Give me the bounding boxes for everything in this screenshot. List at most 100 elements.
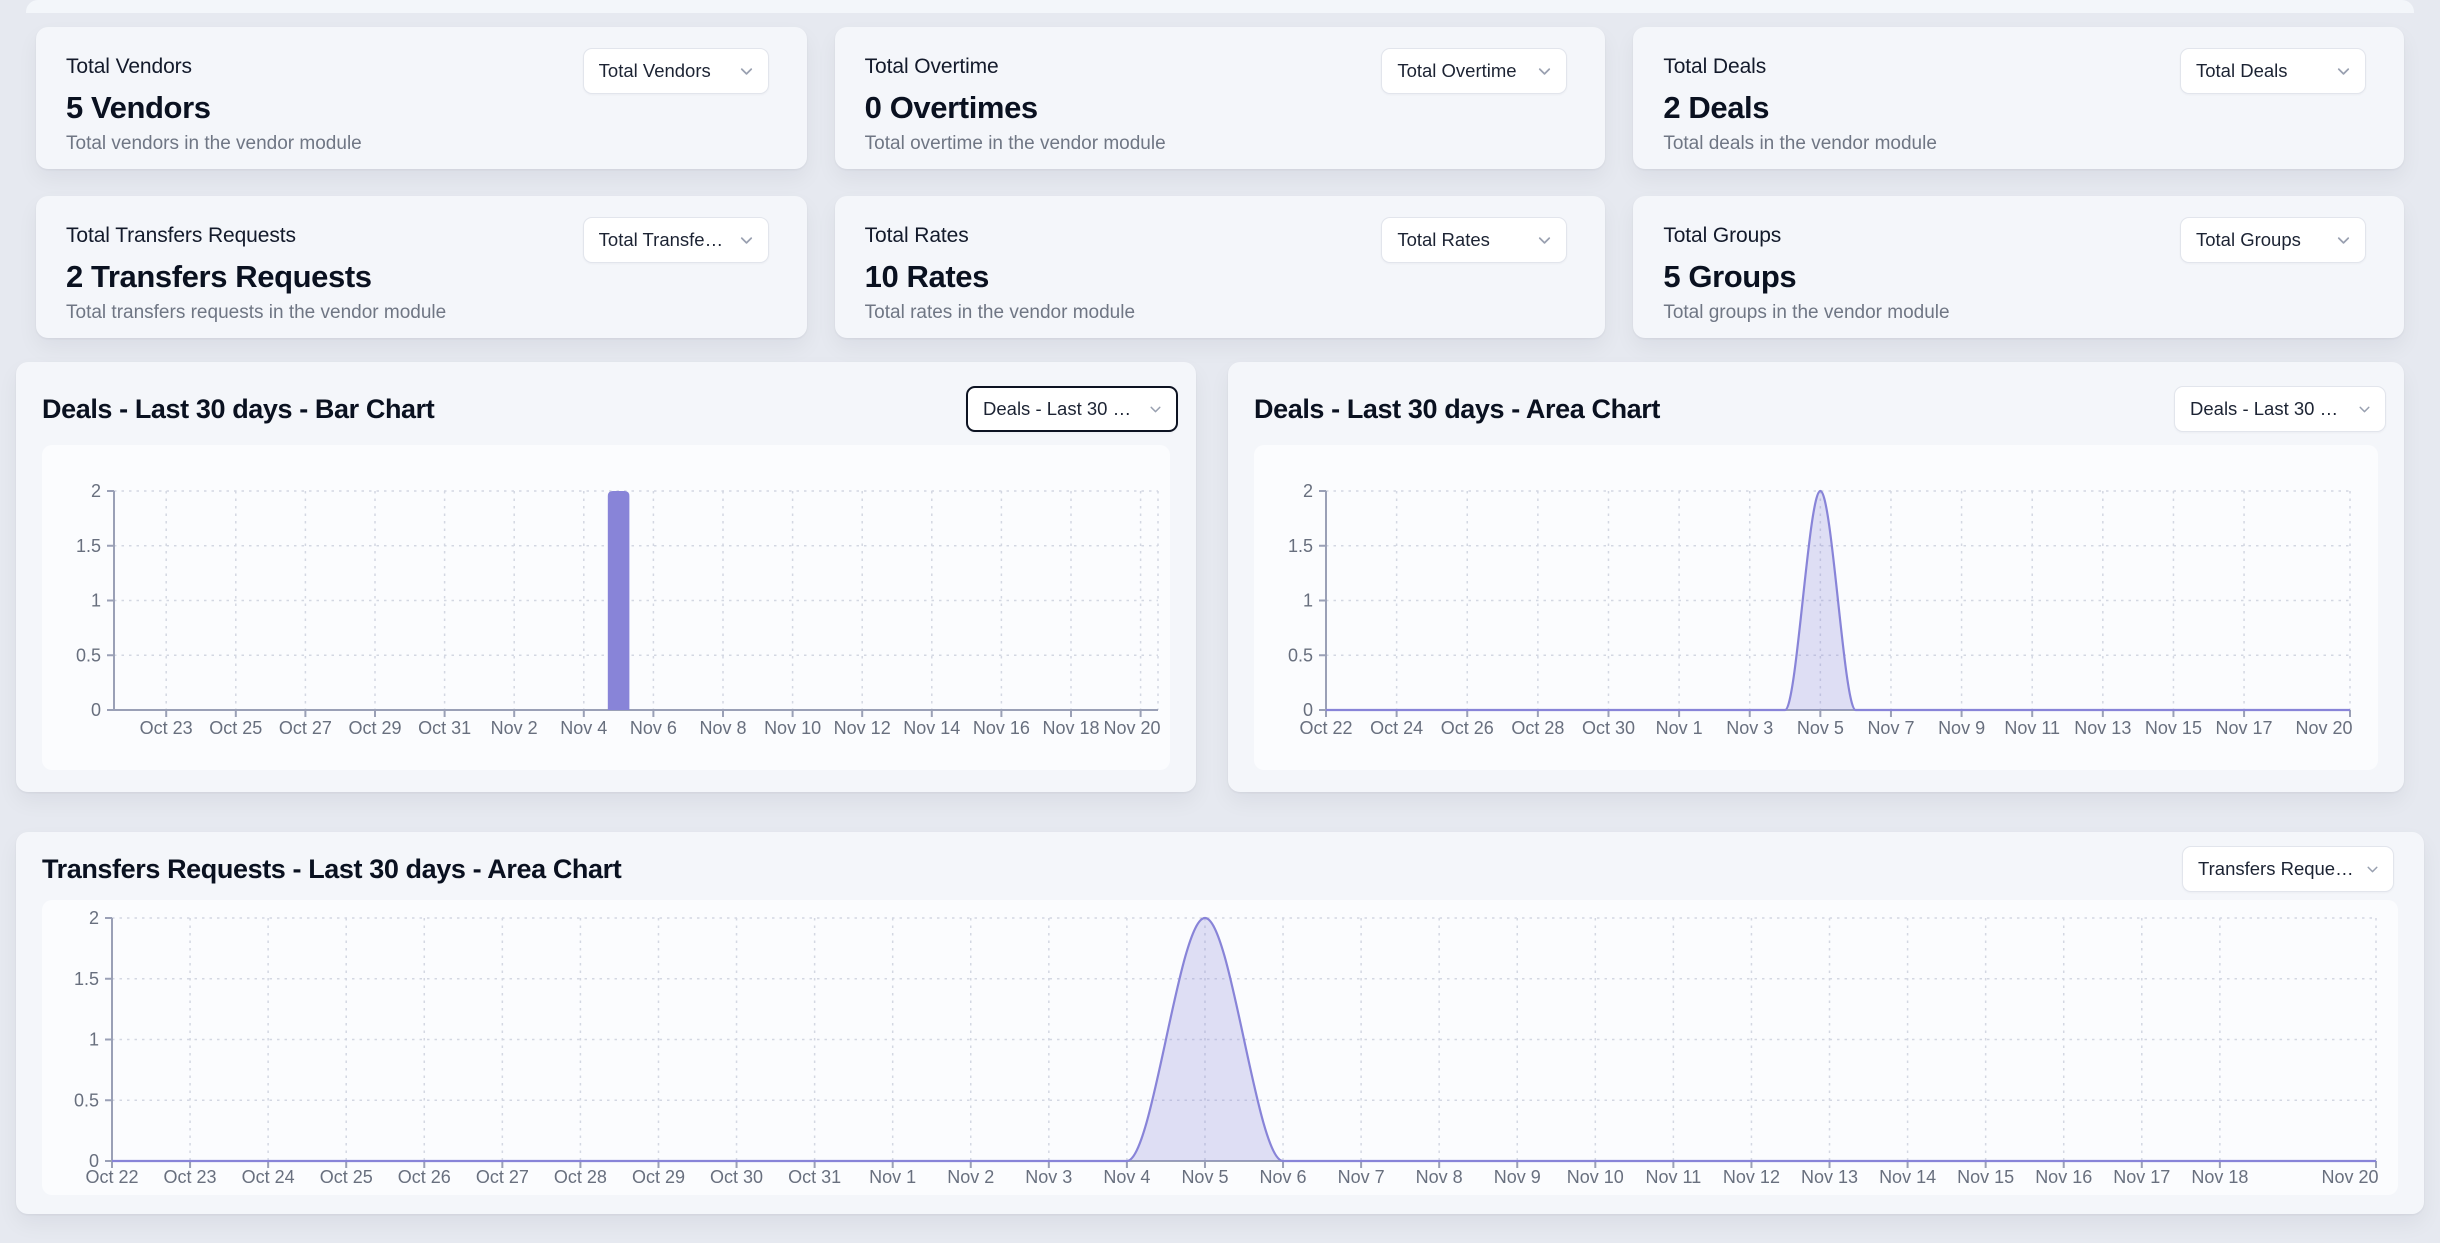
stat-metric-select[interactable]: Total Rates — [1381, 217, 1567, 263]
x-tick-label: Nov 1 — [869, 1167, 916, 1187]
select-value: Transfers Requests -... — [2198, 858, 2356, 880]
chevron-down-icon — [737, 231, 756, 250]
x-tick-label: Nov 10 — [1567, 1167, 1624, 1187]
y-tick-label: 1 — [91, 591, 101, 611]
x-tick-label: Nov 17 — [2216, 718, 2273, 738]
y-tick-label: 2 — [91, 481, 101, 501]
stat-description: Total groups in the vendor module — [1663, 302, 2374, 324]
y-tick-label: 1 — [89, 1030, 99, 1050]
x-tick-label: Nov 9 — [1494, 1167, 1541, 1187]
x-tick-label: Nov 8 — [699, 718, 746, 738]
area-chart-panel: Oct 22Oct 23Oct 24Oct 25Oct 26Oct 27Oct … — [42, 900, 2398, 1195]
transfers-requests-area-chart-card: Transfers Requests - Last 30 days - Area… — [16, 832, 2424, 1214]
x-tick-label: Nov 14 — [1879, 1167, 1936, 1187]
x-tick-label: Nov 14 — [903, 718, 960, 738]
x-tick-label: Oct 27 — [279, 718, 332, 738]
x-tick-label: Oct 26 — [1441, 718, 1494, 738]
stat-value: 10 Rates — [865, 259, 1576, 295]
x-tick-label: Nov 11 — [1646, 1167, 1702, 1187]
chart-title: Deals - Last 30 days - Bar Chart — [42, 394, 434, 425]
area-chart-canvas[interactable]: Oct 22Oct 23Oct 24Oct 25Oct 26Oct 27Oct … — [42, 900, 2398, 1195]
deals-area-chart-card: Deals - Last 30 days - Area Chart Deals … — [1228, 362, 2404, 792]
stat-value: 5 Vendors — [66, 90, 777, 126]
select-value: Deals - Last 30 days -... — [983, 398, 1139, 420]
x-tick-label: Nov 6 — [630, 718, 677, 738]
x-tick-label: Nov 20 — [1103, 718, 1160, 738]
x-tick-label: Nov 7 — [1338, 1167, 1385, 1187]
x-tick-label: Nov 4 — [560, 718, 607, 738]
x-tick-label: Oct 30 — [710, 1167, 763, 1187]
y-tick-label: 1 — [1303, 591, 1313, 611]
x-tick-label: Oct 23 — [164, 1167, 217, 1187]
x-tick-label: Nov 16 — [973, 718, 1030, 738]
stat-value: 0 Overtimes — [865, 90, 1576, 126]
stat-card-total-deals: Total Deals Total Deals 2 Deals Total de… — [1633, 27, 2404, 169]
x-tick-label: Oct 30 — [1582, 718, 1635, 738]
y-tick-label: 0 — [91, 700, 101, 720]
stat-card-total-groups: Total Groups Total Groups 5 Groups Total… — [1633, 196, 2404, 338]
x-tick-label: Oct 27 — [476, 1167, 529, 1187]
x-tick-label: Nov 13 — [1801, 1167, 1858, 1187]
chart-range-select[interactable]: Deals - Last 30 days -... — [2174, 386, 2386, 432]
x-tick-label: Nov 3 — [1025, 1167, 1072, 1187]
area-chart-canvas[interactable]: Oct 22 Oct 24 Oct 26 Oct 28 Oct 30 Nov 1 Nov 3… — [1254, 445, 2378, 770]
x-tick-label: Oct 22 — [1299, 718, 1352, 738]
x-tick-label: Oct 23 — [140, 718, 193, 738]
stat-value: 2 Deals — [1663, 90, 2374, 126]
stat-value: 5 Groups — [1663, 259, 2374, 295]
x-tick-label: Oct 29 — [632, 1167, 685, 1187]
x-tick-label: Nov 16 — [2035, 1167, 2092, 1187]
select-value: Total Rates — [1397, 229, 1490, 251]
select-value: Total Deals — [2196, 60, 2288, 82]
x-tick-label: Nov 7 — [1867, 718, 1914, 738]
x-tick-label: Nov 6 — [1260, 1167, 1307, 1187]
x-tick-label: Nov 12 — [834, 718, 891, 738]
y-tick-label: 0.5 — [1288, 645, 1313, 665]
x-tick-label: Oct 31 — [788, 1167, 841, 1187]
x-tick-label: Nov 2 — [491, 718, 538, 738]
chart-range-select[interactable]: Transfers Requests -... — [2182, 846, 2394, 892]
select-value: Total Vendors — [599, 60, 711, 82]
stat-metric-select[interactable]: Total Overtime — [1381, 48, 1567, 94]
y-tick-label: 2 — [89, 908, 99, 928]
x-tick-label: Nov 5 — [1797, 718, 1844, 738]
x-tick-label: Nov 15 — [2145, 718, 2202, 738]
deals-bar-chart-card: Deals - Last 30 days - Bar Chart Deals -… — [16, 362, 1196, 792]
x-tick-label: Oct 25 — [320, 1167, 373, 1187]
x-tick-label: Nov 20 — [2295, 718, 2352, 738]
x-tick-label: Nov 18 — [1042, 718, 1099, 738]
stat-metric-select[interactable]: Total Groups — [2180, 217, 2366, 263]
y-tick-label: 0.5 — [76, 645, 101, 665]
x-tick-label: Oct 24 — [1370, 718, 1423, 738]
stat-metric-select[interactable]: Total Vendors — [583, 48, 769, 94]
x-tick-label: Nov 13 — [2074, 718, 2131, 738]
x-tick-label: Nov 11 — [2004, 718, 2060, 738]
x-tick-label: Oct 28 — [554, 1167, 607, 1187]
stat-description: Total deals in the vendor module — [1663, 133, 2374, 155]
x-tick-label: Nov 9 — [1938, 718, 1985, 738]
bar-chart-canvas[interactable]: Oct 23Oct 25Oct 27Oct 29Oct 31Nov 2Nov 4… — [42, 445, 1170, 770]
x-tick-label: Nov 10 — [764, 718, 821, 738]
select-value: Total Transfers... — [599, 229, 729, 251]
stat-card-total-vendors: Total Vendors Total Vendors 5 Vendors To… — [36, 27, 807, 169]
bar-chart-panel: Oct 23Oct 25Oct 27Oct 29Oct 31Nov 2Nov 4… — [42, 445, 1170, 770]
stat-metric-select[interactable]: Total Transfers... — [583, 217, 769, 263]
y-tick-label: 0 — [1303, 700, 1313, 720]
select-value: Total Groups — [2196, 229, 2301, 251]
x-tick-label: Nov 5 — [1181, 1167, 1228, 1187]
stat-description: Total vendors in the vendor module — [66, 133, 777, 155]
stat-metric-select[interactable]: Total Deals — [2180, 48, 2366, 94]
bar[interactable] — [608, 491, 630, 710]
x-tick-label: Nov 12 — [1723, 1167, 1780, 1187]
y-tick-label: 0 — [89, 1151, 99, 1171]
y-tick-label: 1.5 — [1288, 536, 1313, 556]
x-tick-label: Nov 3 — [1726, 718, 1773, 738]
chart-header: Deals - Last 30 days - Area Chart Deals … — [1228, 362, 2404, 432]
x-tick-label: Nov 1 — [1656, 718, 1703, 738]
x-tick-label: Nov 17 — [2113, 1167, 2170, 1187]
x-tick-label: Oct 28 — [1511, 718, 1564, 738]
chevron-down-icon — [1535, 62, 1554, 81]
stat-description: Total transfers requests in the vendor m… — [66, 302, 777, 324]
chevron-down-icon — [1147, 401, 1164, 418]
chart-range-select[interactable]: Deals - Last 30 days -... — [966, 386, 1178, 432]
